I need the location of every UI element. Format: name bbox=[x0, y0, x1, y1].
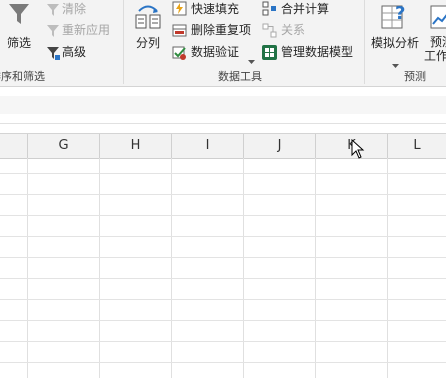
advanced-filter-icon bbox=[46, 45, 60, 60]
row-gridline bbox=[0, 194, 446, 195]
mouse-cursor-icon bbox=[351, 138, 365, 159]
sort-filter-group-label: 排序和筛选 bbox=[0, 70, 45, 83]
chevron-down-icon[interactable] bbox=[248, 50, 255, 64]
data-validation-icon bbox=[172, 45, 187, 60]
column-gridline bbox=[315, 158, 316, 378]
row-gridline bbox=[0, 278, 446, 279]
column-header-h[interactable]: H bbox=[100, 134, 172, 158]
column-gridline bbox=[243, 158, 244, 378]
clear-filter-icon bbox=[46, 2, 60, 16]
clear-button[interactable]: 清除 bbox=[62, 0, 86, 18]
formula-bar[interactable] bbox=[0, 96, 446, 114]
reapply-button[interactable]: 重新应用 bbox=[62, 21, 110, 39]
row-gridline bbox=[0, 299, 446, 300]
remove-duplicates-icon bbox=[172, 23, 187, 38]
row-gridline bbox=[0, 320, 446, 321]
column-gridline bbox=[171, 158, 172, 378]
row-gridline bbox=[0, 236, 446, 237]
row-gridline bbox=[0, 362, 446, 363]
column-gridline bbox=[387, 158, 388, 378]
relationships-icon bbox=[262, 23, 277, 38]
row-gridline bbox=[0, 173, 446, 174]
column-header-f-partial[interactable] bbox=[0, 134, 28, 158]
column-header-i[interactable]: I bbox=[172, 134, 244, 158]
forecast-sheet-icon bbox=[430, 4, 446, 30]
row-gridline bbox=[0, 215, 446, 216]
advanced-button[interactable]: 高级 bbox=[62, 43, 86, 61]
column-header-row: G H I J K L bbox=[0, 133, 446, 159]
row-gridline bbox=[0, 257, 446, 258]
column-header-g[interactable]: G bbox=[28, 134, 100, 158]
forecast-group-label: 预测 bbox=[404, 70, 426, 83]
flash-fill-button[interactable]: 快速填充 bbox=[191, 0, 239, 18]
remove-duplicates-button[interactable]: 删除重复项 bbox=[191, 21, 251, 39]
reapply-icon bbox=[46, 23, 60, 37]
column-header-l[interactable]: L bbox=[388, 134, 446, 158]
group-separator bbox=[123, 0, 124, 84]
group-separator bbox=[364, 0, 365, 84]
data-validation-button[interactable]: 数据验证 bbox=[191, 43, 239, 61]
what-if-analysis-icon: ? bbox=[380, 2, 410, 32]
consolidate-icon bbox=[262, 1, 277, 16]
relationships-button[interactable]: 关系 bbox=[281, 21, 305, 39]
row-gridline bbox=[0, 341, 446, 342]
text-to-columns-button[interactable]: 分列 bbox=[130, 34, 166, 51]
ribbon: 筛选 清除 重新应用 高级 排序和筛选 分列 快速填充 删除重复项 数据验证 bbox=[0, 0, 446, 87]
forecast-sheet-button-bottom[interactable]: 工作 bbox=[424, 47, 446, 65]
column-gridline bbox=[27, 158, 28, 378]
consolidate-button[interactable]: 合并计算 bbox=[281, 0, 329, 18]
manage-data-model-icon bbox=[262, 45, 277, 60]
filter-button[interactable]: 筛选 bbox=[2, 34, 36, 51]
column-header-j[interactable]: J bbox=[244, 134, 316, 158]
column-gridline bbox=[99, 158, 100, 378]
text-to-columns-icon bbox=[133, 2, 163, 30]
svg-text:?: ? bbox=[395, 3, 405, 24]
filter-icon bbox=[8, 2, 30, 26]
worksheet-grid[interactable] bbox=[0, 158, 446, 378]
what-if-analysis-button[interactable]: 模拟分析 bbox=[368, 34, 422, 51]
chevron-down-icon[interactable] bbox=[392, 54, 399, 68]
flash-fill-icon bbox=[172, 1, 187, 16]
manage-data-model-button[interactable]: 管理数据模型 bbox=[281, 43, 353, 61]
data-tools-group-label: 数据工具 bbox=[218, 70, 262, 83]
